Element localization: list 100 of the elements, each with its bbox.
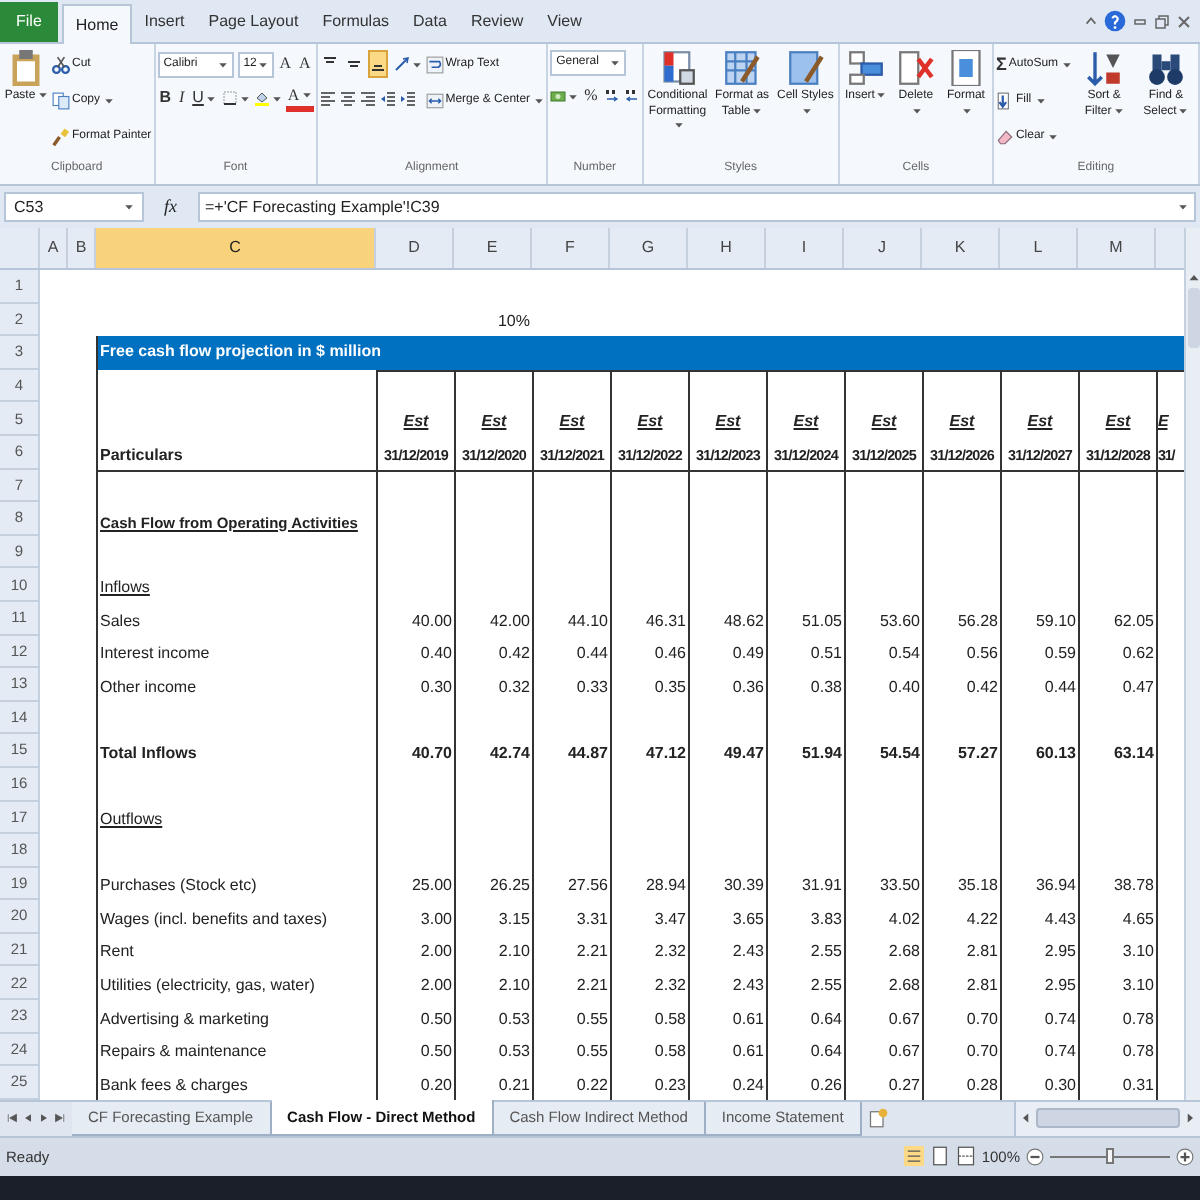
bold-button[interactable]: B: [157, 84, 173, 112]
table-cell: [532, 469, 610, 503]
table-cell: 0.33: [532, 668, 610, 702]
table-cell: 0.70: [922, 1033, 1000, 1067]
insert-sheet-icon[interactable]: [867, 1108, 888, 1129]
slider-thumb[interactable]: [1106, 1148, 1114, 1165]
zoom-in-icon[interactable]: [1176, 1147, 1194, 1166]
table-cell: 33.50: [844, 867, 922, 901]
table-cell: 0.32: [454, 668, 532, 702]
ribbon-tab[interactable]: Data: [401, 2, 459, 42]
column-header[interactable]: L: [1000, 228, 1078, 268]
increase-indent-icon: [399, 90, 416, 106]
table-cell: 4.22: [922, 900, 1000, 934]
insert-function-button[interactable]: fx: [152, 193, 189, 221]
column-header[interactable]: I: [766, 228, 844, 268]
table-cell: [766, 469, 844, 503]
ribbon-tab[interactable]: View: [535, 2, 594, 42]
normal-view-icon[interactable]: [903, 1146, 924, 1167]
table-cell: Est: [1078, 402, 1156, 436]
ribbon-tab[interactable]: Insert: [132, 2, 197, 42]
scroll-up-icon[interactable]: [1187, 272, 1199, 284]
underline-button[interactable]: U: [190, 84, 218, 112]
table-cell: 30.39: [688, 867, 766, 901]
ribbon-tab[interactable]: Home: [61, 4, 133, 44]
scroll-thumb[interactable]: [1187, 288, 1199, 348]
collapse-ribbon-icon[interactable]: [1084, 14, 1098, 28]
ribbon-tab[interactable]: Review: [458, 2, 536, 42]
borders-icon: [221, 90, 238, 106]
table-cell: 0.44: [1000, 668, 1078, 702]
font-color-button[interactable]: A: [285, 84, 314, 112]
column-header[interactable]: J: [844, 228, 922, 268]
binoculars-icon: [1148, 50, 1185, 86]
sheet-nav-icon[interactable]: [54, 1112, 66, 1125]
table-cell: 0.35: [610, 668, 688, 702]
table-cell: Inflows: [96, 568, 376, 602]
symbol-button[interactable]: A: [277, 50, 293, 78]
table-cell: 51.94: [766, 734, 844, 768]
table-cell: 0.50: [376, 1033, 454, 1067]
sort-icon: [1086, 50, 1123, 86]
scroll-left-icon[interactable]: [1019, 1112, 1032, 1125]
column-header[interactable]: K: [922, 228, 1000, 268]
table-cell: [454, 469, 532, 503]
table-cell: 28.94: [610, 867, 688, 901]
icon-button[interactable]: [367, 50, 388, 78]
table-cell: 0.36: [688, 668, 766, 702]
symbol-button[interactable]: A: [296, 50, 313, 78]
minimize-icon[interactable]: [1132, 13, 1148, 29]
column-header[interactable]: M: [1078, 228, 1156, 268]
table-cell: Est: [1000, 402, 1078, 436]
restore-icon[interactable]: [1154, 13, 1170, 29]
horizontal-scrollbar[interactable]: [1013, 1101, 1200, 1136]
table-cell: 2.21: [532, 933, 610, 967]
column-header[interactable]: D: [376, 228, 454, 268]
table-cell: 25.00: [376, 867, 454, 901]
vertical-scrollbar[interactable]: [1184, 228, 1200, 1100]
table-cell: 40.70: [376, 734, 454, 768]
page-break-icon[interactable]: [955, 1146, 976, 1167]
zoom-out-icon[interactable]: [1026, 1147, 1044, 1166]
table-cell: 38.78: [1078, 867, 1156, 901]
table-cell: 40.00: [376, 601, 454, 636]
column-header[interactable]: H: [688, 228, 766, 268]
sheet-nav-icon[interactable]: [6, 1112, 18, 1125]
align-left-icon: [319, 90, 336, 106]
italic-button[interactable]: I: [176, 84, 187, 112]
column-header[interactable]: C: [96, 228, 376, 268]
table-cell: Interest income: [96, 635, 376, 669]
table-cell: Total Inflows: [96, 734, 376, 768]
scroll-right-icon[interactable]: [1184, 1112, 1196, 1125]
table-cell: [1078, 469, 1156, 503]
column-header[interactable]: E: [454, 228, 532, 268]
middle-align-icon: [345, 56, 362, 72]
formula-field[interactable]: =+'CF Forecasting Example'!C39: [197, 192, 1196, 222]
ribbon-tab[interactable]: Page Layout: [196, 2, 311, 42]
align-right-icon: [359, 90, 376, 106]
table-cell: 3.15: [454, 900, 532, 934]
name-box[interactable]: C53: [4, 192, 144, 222]
fill-down-icon: [995, 92, 1014, 110]
ribbon-tab[interactable]: Formulas: [310, 2, 402, 42]
symbol-button[interactable]: %: [582, 82, 600, 110]
table-cell: 2.95: [1000, 966, 1078, 1001]
table-cell: Advertising & marketing: [96, 1000, 376, 1034]
table-cell: Est: [454, 402, 532, 436]
column-header[interactable]: G: [610, 228, 688, 268]
page-layout-icon[interactable]: [929, 1146, 950, 1167]
table-cell: 0.78: [1078, 1000, 1156, 1034]
table-cell: 42.74: [454, 734, 532, 768]
table-cell: Est: [610, 402, 688, 436]
table-cell: 2.21: [532, 966, 610, 1001]
delete-cells-icon: [897, 50, 934, 86]
table-cell: Purchases (Stock etc): [96, 867, 376, 901]
table-cell: 0.54: [844, 635, 922, 669]
table-cell: [1000, 369, 1078, 403]
close-icon[interactable]: [1176, 13, 1192, 29]
column-header[interactable]: A: [40, 228, 68, 268]
help-icon[interactable]: [1104, 10, 1126, 32]
banknote-icon: [550, 88, 567, 104]
file-tab[interactable]: File: [0, 2, 58, 42]
column-header[interactable]: F: [532, 228, 610, 268]
scroll-thumb[interactable]: [1035, 1108, 1180, 1129]
zoom-slider[interactable]: [1050, 1148, 1170, 1165]
